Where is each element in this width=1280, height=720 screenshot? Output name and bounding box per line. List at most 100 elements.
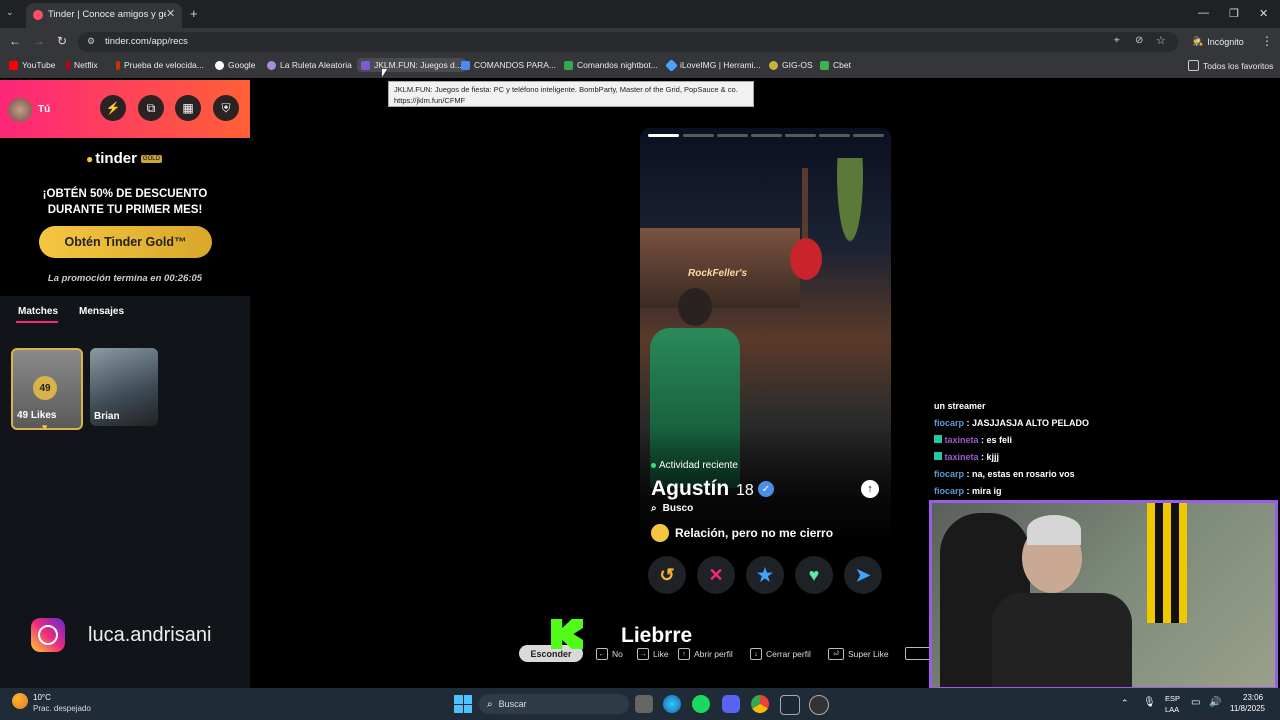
incognito-badge[interactable]: 🕵 Incógnito — [1192, 36, 1244, 47]
bookmark-google[interactable]: Google — [215, 60, 255, 70]
super-like-button[interactable]: ★ — [746, 556, 784, 594]
close-icon[interactable]: ✕ — [166, 7, 175, 20]
tray-chevron-icon[interactable]: ⌃ — [1121, 698, 1129, 709]
tab-list-button[interactable]: ⌄ — [6, 7, 14, 18]
like-button[interactable]: ♥ — [795, 556, 833, 594]
tinder-favicon-icon — [33, 10, 43, 20]
arrow-left-key-icon: ← — [596, 648, 608, 660]
tab-matches[interactable]: Matches — [18, 306, 58, 317]
boost-send-button[interactable]: ➤ — [844, 556, 882, 594]
get-gold-button[interactable]: Obtén Tinder Gold™ — [39, 226, 212, 258]
tab-title: Tinder | Conoce amigos y gente — [48, 9, 166, 20]
discord-icon[interactable] — [722, 695, 740, 713]
activity-status: Actividad reciente — [651, 460, 738, 471]
steam-icon[interactable] — [780, 695, 800, 715]
photo-indicator — [785, 134, 816, 137]
arrow-up-key-icon: ↑ — [678, 648, 690, 660]
profile-age: 18 — [736, 482, 754, 499]
google-icon — [215, 60, 224, 70]
cbet-icon — [820, 60, 829, 70]
webcam-feed — [929, 500, 1278, 690]
likes-label: 49 Likes — [17, 410, 57, 421]
photo-indicator — [717, 134, 748, 137]
bookmark-jklm[interactable]: JKLM.FUN: Juegos d... — [357, 58, 466, 72]
chat-line: taxineta : es feli — [934, 435, 1012, 445]
tab-active-indicator — [16, 321, 58, 323]
instagram-handle: luca.andrisani — [88, 624, 212, 646]
jklm-icon — [361, 60, 370, 70]
clock-time[interactable]: 23:06 — [1243, 693, 1263, 702]
chat-line: fiocarp : JASJJASJA ALTO PELADO — [934, 418, 1090, 428]
eye-off-icon[interactable]: ⊘ — [1135, 35, 1143, 46]
arrow-down-key-icon: ↓ — [750, 648, 762, 660]
heart-eyes-icon — [651, 524, 669, 542]
bookmark-nightbot[interactable]: Comandos nightbot... — [564, 60, 658, 70]
search-icon: ⌕ — [487, 698, 493, 710]
menu-icon[interactable]: ⋮ — [1261, 34, 1273, 48]
back-icon[interactable]: ← — [9, 34, 21, 48]
bookmark-gigos[interactable]: GIG-OS — [769, 60, 813, 70]
shield-icon[interactable]: ⛨ — [213, 95, 239, 121]
network-icon[interactable]: ▭ — [1191, 697, 1200, 708]
microphone-icon[interactable]: 🎙 — [1143, 697, 1156, 708]
all-bookmarks[interactable]: Todos los favoritos — [1188, 60, 1273, 71]
chat-line: fiocarp : na, estas en rosario vos — [934, 469, 1075, 479]
chrome-icon[interactable] — [751, 695, 769, 713]
rewind-button[interactable]: ↺ — [648, 556, 686, 594]
youtube-icon — [9, 60, 18, 70]
bookmark-iloveimg[interactable]: iLoveIMG | Herrami... — [665, 58, 761, 72]
task-view-icon[interactable] — [635, 695, 653, 713]
bookmark-speedtest[interactable]: Prueba de velocida... — [116, 60, 204, 70]
windows-start-icon[interactable] — [454, 695, 472, 713]
star-icon[interactable]: ☆ — [1156, 34, 1166, 47]
photo-indicator — [683, 134, 714, 137]
briefcase-icon[interactable]: ▦ — [175, 95, 201, 121]
browser-tab[interactable]: Tinder | Conoce amigos y gente ✕ — [26, 3, 182, 28]
chat-line: un streamer — [934, 401, 986, 411]
location-icon[interactable]: ⌖ — [1114, 35, 1120, 46]
maximize-icon[interactable]: ❐ — [1229, 7, 1239, 20]
mouse-cursor-icon — [382, 69, 387, 77]
user-label[interactable]: Tú — [38, 104, 50, 115]
bookmark-tooltip: JKLM.FUN: Juegos de fiesta: PC y teléfon… — [388, 81, 754, 107]
volume-icon[interactable]: 🔊 — [1209, 697, 1221, 708]
nope-button[interactable]: ✕ — [697, 556, 735, 594]
avatar[interactable] — [8, 98, 32, 122]
netflix-icon — [66, 60, 70, 70]
address-bar[interactable]: ⚙ tinder.com/app/recs ⌖ ⊘ ☆ — [78, 32, 1178, 52]
tab-messages[interactable]: Mensajes — [79, 306, 124, 317]
promo-timer: La promoción termina en 00:26:05 — [47, 273, 203, 284]
shortcut-open: ↑ Abrir perfil — [678, 648, 733, 660]
lang-1[interactable]: ESP — [1165, 694, 1180, 703]
site-info-icon[interactable]: ⚙ — [87, 36, 95, 47]
window-close-icon[interactable]: ✕ — [1259, 7, 1268, 20]
shortcut-close: ↓ Cerrar perfil — [750, 648, 811, 660]
forward-icon[interactable]: → — [33, 34, 45, 48]
likes-card[interactable]: 49 49 Likes — [11, 348, 83, 430]
bookmark-cbet[interactable]: Cbet — [820, 60, 851, 70]
spotify-icon[interactable] — [692, 695, 710, 713]
reload-icon[interactable]: ↻ — [57, 34, 67, 48]
docs-icon — [461, 60, 470, 70]
bookmark-netflix[interactable]: Netflix — [66, 60, 98, 70]
rockfellers-sign: RockFeller's — [688, 268, 748, 279]
explore-icon[interactable]: ⧉ — [138, 95, 164, 121]
photo-indicator — [819, 134, 850, 137]
edge-icon[interactable] — [663, 695, 681, 713]
taskbar-search[interactable]: ⌕ Buscar — [479, 694, 629, 714]
obs-icon[interactable] — [809, 695, 829, 715]
weather-temp[interactable]: 10°C — [33, 693, 51, 702]
minimize-icon[interactable]: — — [1198, 7, 1209, 19]
match-card[interactable]: Brian — [90, 348, 158, 426]
lang-2: LAA — [1165, 705, 1180, 714]
looking-for-label: ⌕ Busco — [651, 503, 694, 514]
gigos-icon — [769, 60, 778, 70]
chat-line: fiocarp : mira ig — [934, 486, 1002, 496]
bookmark-ruleta[interactable]: La Ruleta Aleatoria — [267, 60, 352, 70]
bookmark-youtube[interactable]: YouTube — [9, 60, 55, 70]
new-tab-button[interactable]: + — [190, 6, 198, 21]
bookmark-comandos[interactable]: COMANDOS PARA... — [461, 60, 556, 70]
boost-icon[interactable]: ⚡ — [100, 95, 126, 121]
search-icon: ⌕ — [651, 503, 657, 514]
open-profile-icon[interactable]: ↑ — [861, 480, 879, 498]
